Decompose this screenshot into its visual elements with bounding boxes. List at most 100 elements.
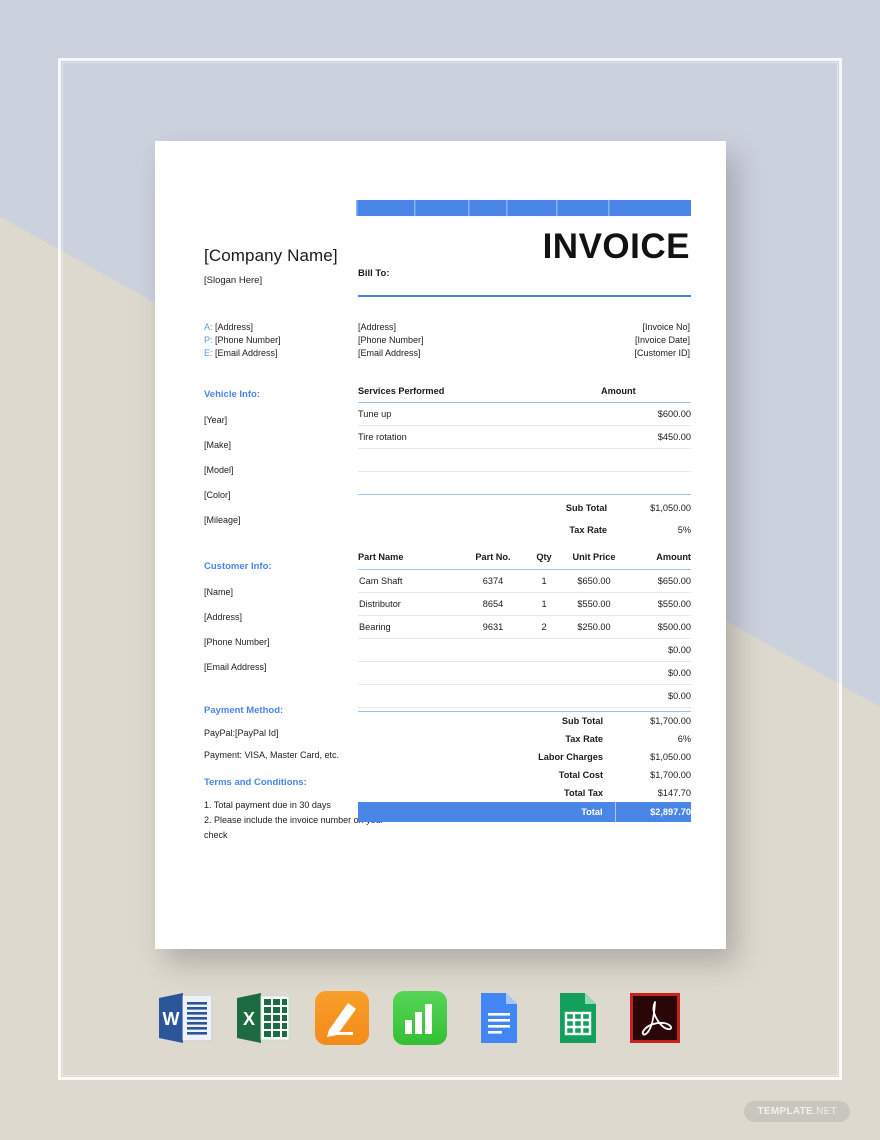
watermark: TEMPLATE.NET	[744, 1101, 850, 1122]
col-amount: Amount	[601, 386, 691, 403]
page-title: INVOICE	[542, 227, 690, 266]
service-amount	[601, 448, 691, 472]
customer-phone: [Phone Number]	[204, 637, 270, 647]
table-row: Distributor 8654 1 $550.00 $550.00	[358, 592, 691, 616]
part-unit-price	[564, 661, 624, 685]
vehicle-model: [Model]	[204, 465, 234, 475]
services-totals: Sub Total $1,050.00 Tax Rate 5%	[358, 497, 691, 541]
table-header-row: Services Performed Amount	[358, 386, 691, 403]
totals-row: Labor Charges $1,050.00	[358, 748, 691, 766]
pages-icon[interactable]	[312, 988, 372, 1048]
services-performed-table: Services Performed Amount Tune up $600.0…	[358, 386, 691, 495]
labor-charges-value: $1,050.00	[650, 751, 691, 762]
service-name	[358, 448, 601, 472]
col-qty: Qty	[524, 552, 564, 570]
services-taxrate-value: 5%	[677, 525, 691, 535]
part-unit-price	[564, 684, 624, 708]
table-row: Bearing 9631 2 $250.00 $500.00	[358, 615, 691, 639]
services-taxrate-label: Tax Rate	[569, 525, 607, 535]
part-unit-price	[564, 638, 624, 662]
col-services-performed: Services Performed	[358, 386, 601, 403]
customer-name: [Name]	[204, 587, 234, 597]
customer-address: [Address]	[204, 612, 243, 622]
invoice-meta-lines: [Invoice No] [Invoice Date] [Customer ID…	[634, 321, 690, 360]
email-value: [Email Address]	[215, 348, 278, 358]
part-no: 9631	[462, 615, 524, 639]
part-no	[462, 661, 524, 685]
part-amount: $0.00	[624, 684, 691, 708]
payment-paypal-line: PayPal:[PayPal Id]	[204, 728, 279, 738]
table-header-row: Part Name Part No. Qty Unit Price Amount	[358, 552, 691, 570]
numbers-icon[interactable]	[390, 988, 450, 1048]
part-unit-price: $650.00	[564, 569, 624, 593]
final-totals: Sub Total $1,700.00 Tax Rate 6% Labor Ch…	[358, 711, 691, 822]
final-subtotal-label: Sub Total	[358, 711, 615, 730]
labor-charges-label: Labor Charges	[538, 751, 603, 762]
part-qty	[524, 661, 564, 685]
excel-icon[interactable]: X	[233, 988, 293, 1048]
part-no: 8654	[462, 592, 524, 616]
totals-row: Total Tax $147.70	[358, 784, 691, 802]
col-part-name: Part Name	[358, 552, 462, 570]
vehicle-mileage: [Mileage]	[204, 515, 241, 525]
bill-to-lines: [Address] [Phone Number] [Email Address]	[358, 321, 424, 360]
payment-method-block: Payment Method: PayPal:[PayPal Id] Payme…	[204, 705, 339, 760]
total-cost-label: Total Cost	[558, 769, 603, 780]
google-sheets-icon[interactable]	[547, 988, 607, 1048]
final-subtotal-value: $1,700.00	[615, 711, 691, 730]
format-icons-row: W X	[155, 985, 685, 1051]
customer-info-block: Customer Info: [Name] [Address] [Phone N…	[204, 561, 272, 672]
part-qty: 1	[524, 592, 564, 616]
customer-email: [Email Address]	[204, 662, 267, 672]
totals-row: Sub Total $1,700.00	[358, 711, 691, 730]
email-key: E:	[204, 348, 213, 358]
grand-total-row: Total $2,897.70	[358, 801, 691, 822]
svg-text:X: X	[243, 1009, 255, 1029]
invoice-date: [Invoice Date]	[634, 335, 690, 345]
vehicle-year: [Year]	[204, 415, 228, 425]
contact-address-row: A: [Address]	[204, 321, 281, 334]
word-icon[interactable]: W	[155, 988, 215, 1048]
watermark-tld: .NET	[813, 1106, 837, 1117]
vehicle-make: [Make]	[204, 440, 232, 450]
vehicle-info-heading: Vehicle Info:	[204, 389, 260, 400]
table-row: Tire rotation $450.00	[358, 425, 691, 449]
bill-to-line: [Email Address]	[358, 348, 421, 358]
company-slogan: [Slogan Here]	[204, 275, 263, 286]
pdf-icon[interactable]	[625, 988, 685, 1048]
bill-to-line: [Address]	[358, 322, 397, 332]
payment-cards-line: Payment: VISA, Master Card, etc.	[204, 750, 340, 760]
table-row	[358, 471, 691, 495]
table-row	[358, 448, 691, 472]
google-docs-icon[interactable]	[468, 988, 528, 1048]
table-row: $0.00	[358, 638, 691, 662]
services-subtotal-label: Sub Total	[565, 503, 607, 513]
col-unit-price: Unit Price	[564, 552, 624, 570]
total-cost-value: $1,700.00	[650, 769, 691, 780]
part-name	[358, 638, 462, 662]
invoice-page: [Company Name] [Slogan Here] INVOICE Bil…	[155, 141, 726, 949]
bill-to-label: Bill To:	[358, 268, 390, 279]
table-row: Cam Shaft 6374 1 $650.00 $650.00	[358, 569, 691, 593]
totals-row: Tax Rate 5%	[358, 519, 691, 541]
table-row: $0.00	[358, 661, 691, 685]
part-no	[462, 638, 524, 662]
address-key: A:	[204, 322, 213, 332]
part-name	[358, 684, 462, 708]
terms-line: check	[204, 830, 228, 840]
part-no	[462, 684, 524, 708]
services-subtotal-value: $1,050.00	[650, 503, 691, 513]
service-name: Tune up	[358, 402, 601, 426]
service-name: Tire rotation	[358, 425, 601, 449]
watermark-brand: TEMPLATE	[757, 1106, 814, 1117]
service-amount	[601, 471, 691, 495]
customer-info-heading: Customer Info:	[204, 561, 272, 572]
part-amount: $0.00	[624, 638, 691, 662]
company-contact-block: A: [Address] P: [Phone Number] E: [Email…	[204, 321, 281, 360]
part-qty	[524, 684, 564, 708]
table-row: $0.00	[358, 684, 691, 708]
service-amount: $600.00	[601, 402, 691, 426]
service-amount: $450.00	[601, 425, 691, 449]
final-taxrate-value: 6%	[677, 733, 691, 744]
grand-total-label: Total	[358, 801, 616, 822]
